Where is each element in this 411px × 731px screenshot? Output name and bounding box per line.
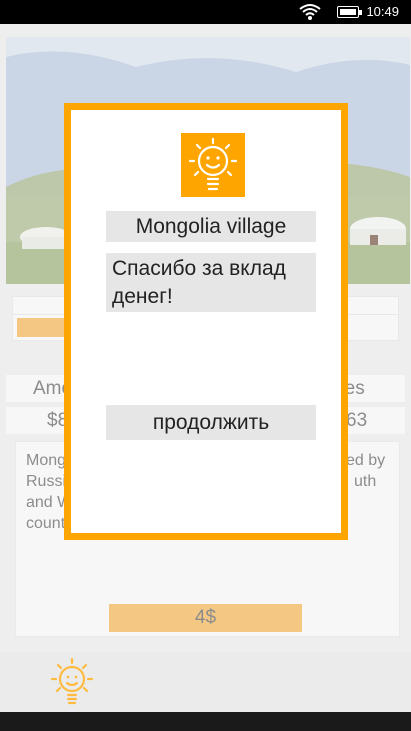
dialog-title: Mongolia village [106, 211, 316, 242]
clock: 10:49 [366, 4, 399, 19]
continue-button[interactable]: продолжить [106, 405, 316, 440]
status-bar: 10:49 [0, 0, 411, 24]
thank-you-dialog: Mongolia village Спасибо за вклад денег!… [64, 103, 348, 540]
lightbulb-smile-icon [181, 133, 245, 197]
system-nav-bar [0, 712, 411, 731]
battery-icon [337, 6, 362, 18]
wifi-icon [299, 3, 321, 25]
dialog-message: Спасибо за вклад денег! [106, 253, 316, 312]
